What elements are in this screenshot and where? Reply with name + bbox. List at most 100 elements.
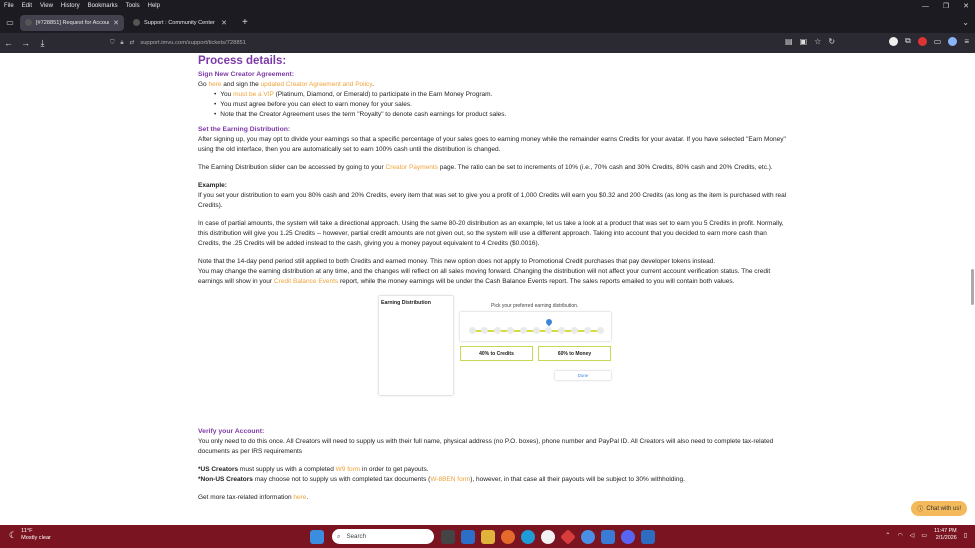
extension-icon[interactable]: ▭ [934,37,942,46]
credit-balance-events-link[interactable]: Credit Balance Events [274,278,338,285]
weather-condition: Mostly clear [21,535,51,541]
tab-ticket[interactable]: [#728851] Request for Account ✕ [20,14,124,31]
partial-amounts-paragraph: In case of partial amounts, the system w… [198,220,784,247]
us-creators-paragraph: *US Creators must supply us with a compl… [198,466,429,473]
chrome-icon[interactable] [541,529,555,544]
tab-community-center[interactable]: Support : Community Center ✕ [128,15,232,31]
windows-start-icon[interactable] [310,529,324,544]
close-tab-icon[interactable]: ✕ [221,19,227,27]
download-icon[interactable]: ⤓ [34,38,51,49]
list-item: You must be a VIP (Platinum, Diamond, or… [214,90,790,100]
verify-account-heading: Verify your Account: [198,428,265,435]
verify-paragraph: You only need to do this once. All Creat… [198,438,774,455]
file-explorer-icon[interactable] [481,529,495,544]
w9-form-link[interactable]: W9 form [336,466,361,473]
profile-avatar-icon[interactable] [948,36,958,46]
pinned-apps [441,528,655,545]
mail-icon[interactable] [601,529,615,544]
chevron-up-icon[interactable]: ⌃ [885,532,890,539]
vip-link[interactable]: must be a VIP [233,91,274,98]
battery-icon[interactable]: ▭ [921,532,927,539]
menu-bookmarks[interactable]: Bookmarks [84,3,122,9]
requirements-list: You must be a VIP (Platinum, Diamond, or… [198,90,790,120]
tab-list-icon[interactable]: ▭ [0,18,20,27]
menu-hamburger-icon[interactable]: ≡ [964,37,969,46]
w8ben-form-link[interactable]: W-8BEN form [430,476,470,483]
date: 2/1/2026 [935,535,957,541]
menu-tools[interactable]: Tools [122,3,144,9]
minimize-icon[interactable]: — [922,3,929,10]
non-us-creators-paragraph: *Non-US Creators may choose not to suppl… [198,476,685,483]
menu-help[interactable]: Help [144,3,164,9]
restore-icon[interactable]: ❐ [943,2,949,10]
earning-distribution-heading: Set the Earning Distribution: [198,126,291,133]
account-icon[interactable] [889,36,899,46]
new-tab-icon[interactable]: + [236,17,254,28]
url-text[interactable]: support.imvu.com/support/tickets/728851 [140,40,246,46]
forward-icon[interactable]: → [17,38,34,48]
chevron-down-icon[interactable]: ⌄ [962,18,969,27]
discord-icon[interactable] [621,529,635,544]
tax-info-paragraph: Get more tax-related information here. [198,494,309,501]
clock[interactable]: 11:47 PM 2/1/2026 [934,528,957,542]
red-app-icon[interactable] [560,528,576,545]
back-icon[interactable]: ← [0,38,17,48]
pick-distribution-label: Pick your preferred earning distribution… [491,303,579,309]
change-distribution-paragraph: You may change the earning distribution … [198,268,771,285]
shield-icon[interactable]: ⛉ [110,40,114,47]
lock-icon[interactable]: 🔒︎ [120,40,123,47]
slider-tick [558,327,566,334]
task-view-icon[interactable] [441,529,455,544]
distribution-paragraph: After signing up, you may opt to divide … [198,136,786,153]
bookmark-star-icon[interactable]: ☆ [814,37,821,46]
edge-icon[interactable] [521,529,535,544]
moon-cloud-icon: ☾ [9,529,18,540]
tab-bar: ▭ [#728851] Request for Account ✕ Suppor… [0,12,975,33]
search-placeholder: Search [346,533,367,540]
slider-tick [545,327,553,334]
here-link[interactable]: here [208,81,221,88]
firefox-icon[interactable] [501,529,515,544]
page-viewport: Process details: Sign New Creator Agreem… [0,53,975,525]
widgets-icon[interactable] [461,529,475,544]
notifications-icon[interactable]: ▯ [964,532,967,539]
scrollbar-thumb[interactable] [971,269,974,305]
reload-icon[interactable]: ↻ [828,37,835,46]
app-window-icon[interactable] [641,529,655,544]
slider-tick [532,327,540,334]
panel-title: Earning Distribution [381,300,431,306]
slider-tick [596,327,604,334]
wifi-icon[interactable]: ◠ [897,532,902,539]
menu-history[interactable]: History [57,3,84,9]
menu-file[interactable]: File [0,3,18,9]
reader-view-icon[interactable]: ▤ [785,37,793,46]
taskbar: ☾ 11°F Mostly clear ⌕ Search ⌃ ◠ ◁ ▭ 11:… [0,525,975,548]
tax-info-link[interactable]: here [293,494,306,501]
menu-edit[interactable]: Edit [18,3,36,9]
tab-title: Support : Community Center [144,19,215,26]
weather-widget[interactable]: ☾ 11°F Mostly clear [9,528,51,542]
creator-agreement-link[interactable]: updated Creator Agreement and Policy [261,81,373,88]
url-bar[interactable]: ⛉ 🔒︎ ⇄ support.imvu.com/support/tickets/… [110,36,830,50]
screenshot-icon[interactable]: ▣ [800,37,808,46]
extension-red-icon[interactable] [917,36,927,46]
system-tray: ⌃ ◠ ◁ ▭ 11:47 PM 2/1/2026 ▯ [885,528,967,542]
permissions-icon[interactable]: ⇄ [129,40,134,46]
tab-title: [#728851] Request for Account [36,19,110,26]
extensions-icon[interactable]: ⧉ [905,36,911,46]
sign-paragraph: Go here and sign the updated Creator Agr… [198,81,374,88]
done-button: Done [555,371,611,380]
slider-paragraph: The Earning Distribution slider can be a… [198,164,773,171]
chat-with-us-button[interactable]: ⓘ Chat with us! [911,501,967,516]
volume-icon[interactable]: ◁ [910,532,915,539]
help-app-icon[interactable] [581,529,595,544]
close-window-icon[interactable]: ✕ [963,2,969,10]
example-paragraph: If you set your distribution to earn you… [198,192,787,209]
taskbar-search[interactable]: ⌕ Search [332,529,434,544]
close-tab-icon[interactable]: ✕ [113,19,119,27]
menu-bar: File Edit View History Bookmarks Tools H… [0,0,975,12]
creator-payments-link[interactable]: Creator Payments [386,164,438,171]
article-content: Process details: Sign New Creator Agreem… [198,53,790,503]
menu-view[interactable]: View [36,3,57,9]
distribution-slider [460,312,611,341]
